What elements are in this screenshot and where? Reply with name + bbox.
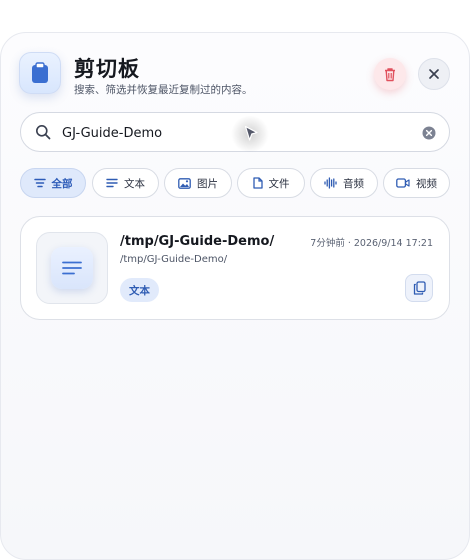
filter-text[interactable]: 文本 (92, 168, 159, 198)
copy-icon (413, 281, 426, 295)
filter-label: 文件 (268, 177, 290, 190)
video-icon (396, 178, 410, 188)
filter-label: 视频 (416, 177, 437, 190)
filter-label: 图片 (197, 177, 218, 190)
trash-icon (385, 67, 395, 81)
pointer-cursor-icon (244, 125, 258, 141)
filter-all[interactable]: 全部 (20, 168, 86, 198)
copy-button[interactable] (405, 274, 433, 302)
close-icon (429, 69, 439, 79)
filter-label: 音频 (343, 177, 364, 190)
clipboard-icon (19, 52, 61, 94)
filter-image[interactable]: 图片 (164, 168, 232, 198)
item-thumbnail (36, 232, 108, 304)
image-icon (178, 177, 191, 189)
filter-audio[interactable]: 音频 (310, 168, 378, 198)
list-icon (33, 178, 46, 188)
clear-icon[interactable] (422, 126, 436, 140)
item-type-badge: 文本 (120, 278, 159, 302)
item-path: /tmp/GJ-Guide-Demo/ (120, 254, 228, 265)
clipboard-item[interactable]: /tmp/GJ-Guide-Demo/ 7分钟前 · 2026/9/14 17:… (20, 216, 450, 320)
filter-label: 文本 (124, 177, 145, 190)
clear-all-button[interactable] (374, 58, 406, 90)
item-timestamp: 7分钟前 · 2026/9/14 17:21 (310, 238, 433, 249)
page-title: 剪切板 (74, 57, 140, 81)
close-button[interactable] (418, 58, 450, 90)
audio-wave-icon (324, 177, 337, 189)
page-subtitle: 搜索、筛选并恢复最近复制过的内容。 (74, 84, 253, 96)
item-title: /tmp/GJ-Guide-Demo/ (120, 234, 275, 249)
search-icon (36, 125, 51, 140)
text-lines-icon (106, 178, 118, 188)
file-icon (252, 177, 263, 189)
filter-video[interactable]: 视频 (383, 168, 450, 198)
text-document-icon (62, 261, 82, 275)
filter-label: 全部 (51, 177, 73, 190)
filter-file[interactable]: 文件 (237, 168, 305, 198)
